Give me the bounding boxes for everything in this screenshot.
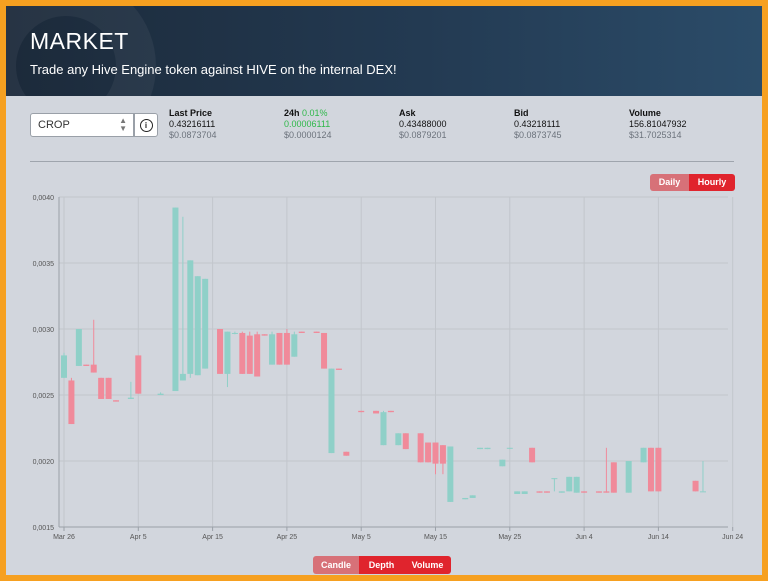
candle-body [261, 334, 268, 336]
candle-body [469, 495, 476, 498]
candle-body [395, 433, 402, 446]
candle-body [625, 461, 632, 493]
candle-body [291, 334, 298, 357]
candle-body [373, 410, 380, 414]
candle-body [269, 334, 276, 365]
tab-candle[interactable]: Candle [313, 556, 359, 574]
candle-body [283, 332, 290, 365]
candle-body [432, 442, 439, 464]
candle-body [484, 447, 491, 450]
candle-body [105, 377, 112, 399]
candle-body [499, 459, 506, 467]
candle-body [276, 332, 283, 365]
candle-body [536, 491, 543, 493]
candle-body [417, 433, 424, 463]
candle-body [217, 329, 224, 374]
candle-body [254, 334, 261, 377]
candle-body [98, 377, 105, 399]
candle-body [603, 491, 610, 493]
candle-body [358, 410, 365, 413]
candle-body [231, 332, 238, 334]
x-tick-label: Jun 24 [722, 534, 743, 541]
app-frame: MARKET Trade any Hive Engine token again… [6, 6, 762, 575]
tab-volume[interactable]: Volume [404, 556, 451, 574]
candle-body [425, 442, 432, 463]
candle-body [477, 447, 484, 450]
candle-body [172, 207, 179, 392]
candle-body [127, 397, 134, 399]
candle-body [75, 329, 82, 366]
candle-body [566, 476, 573, 492]
candle-body [551, 478, 558, 480]
candle-body [239, 332, 246, 374]
candle-body [529, 447, 536, 463]
candle-body [313, 331, 320, 333]
x-tick-label: Mar 26 [53, 534, 75, 541]
x-tick-label: May 25 [498, 534, 521, 541]
candle-body [447, 446, 454, 502]
candle-body [202, 278, 209, 369]
candle-body [581, 491, 588, 493]
x-tick-label: May 5 [352, 534, 371, 541]
candle-body [224, 331, 231, 374]
candle-body [543, 491, 550, 493]
y-tick-label: 0,0015 [33, 525, 55, 532]
candle-body [521, 491, 528, 494]
x-tick-label: Apr 5 [130, 534, 147, 541]
candle-body [595, 491, 602, 493]
candle-body [298, 331, 305, 333]
y-tick-label: 0,0035 [33, 261, 55, 268]
candle-body [61, 355, 67, 378]
candle-body [157, 393, 164, 395]
x-tick-label: Jun 4 [576, 534, 593, 541]
candle-body [343, 451, 350, 456]
candle-body [439, 445, 446, 464]
candle-body [699, 491, 706, 493]
candle-body [506, 447, 513, 449]
candle-body [610, 462, 617, 493]
y-tick-label: 0,0030 [33, 327, 55, 334]
candle-body [514, 491, 521, 494]
candlestick-chart: 0,0040 0,0035 0,0030 0,0025 0,0020 0,0015 Mar … [33, 195, 744, 541]
x-tick-label: May 15 [424, 534, 447, 541]
candle-body [387, 410, 394, 413]
candle-body [462, 497, 469, 500]
x-tick-label: Jun 14 [648, 534, 669, 541]
candle-body [187, 260, 194, 374]
candle-body [113, 400, 120, 402]
y-tick-label: 0,0025 [33, 393, 55, 400]
y-tick-label: 0,0020 [33, 459, 55, 466]
candle-body [558, 491, 565, 493]
candle-body [321, 332, 328, 369]
candle-body [194, 276, 201, 376]
candle-body [135, 355, 142, 394]
tab-depth[interactable]: Depth [359, 556, 404, 574]
candle-body [335, 368, 342, 370]
y-tick-label: 0,0040 [33, 195, 55, 202]
candle-body [380, 412, 387, 446]
candle-body [90, 364, 97, 373]
x-tick-label: Apr 25 [277, 534, 298, 541]
candle-body [647, 447, 654, 492]
candle-body [640, 447, 647, 463]
candle-body [655, 447, 662, 492]
candle-body [692, 480, 699, 492]
candle-body [83, 364, 90, 366]
candle-body [402, 433, 409, 450]
candle-body [328, 368, 335, 454]
candle-body [246, 335, 253, 374]
x-tick-label: Apr 15 [202, 534, 223, 541]
candle-body [68, 380, 75, 425]
candle-body [573, 476, 580, 493]
candle-body [179, 373, 186, 381]
